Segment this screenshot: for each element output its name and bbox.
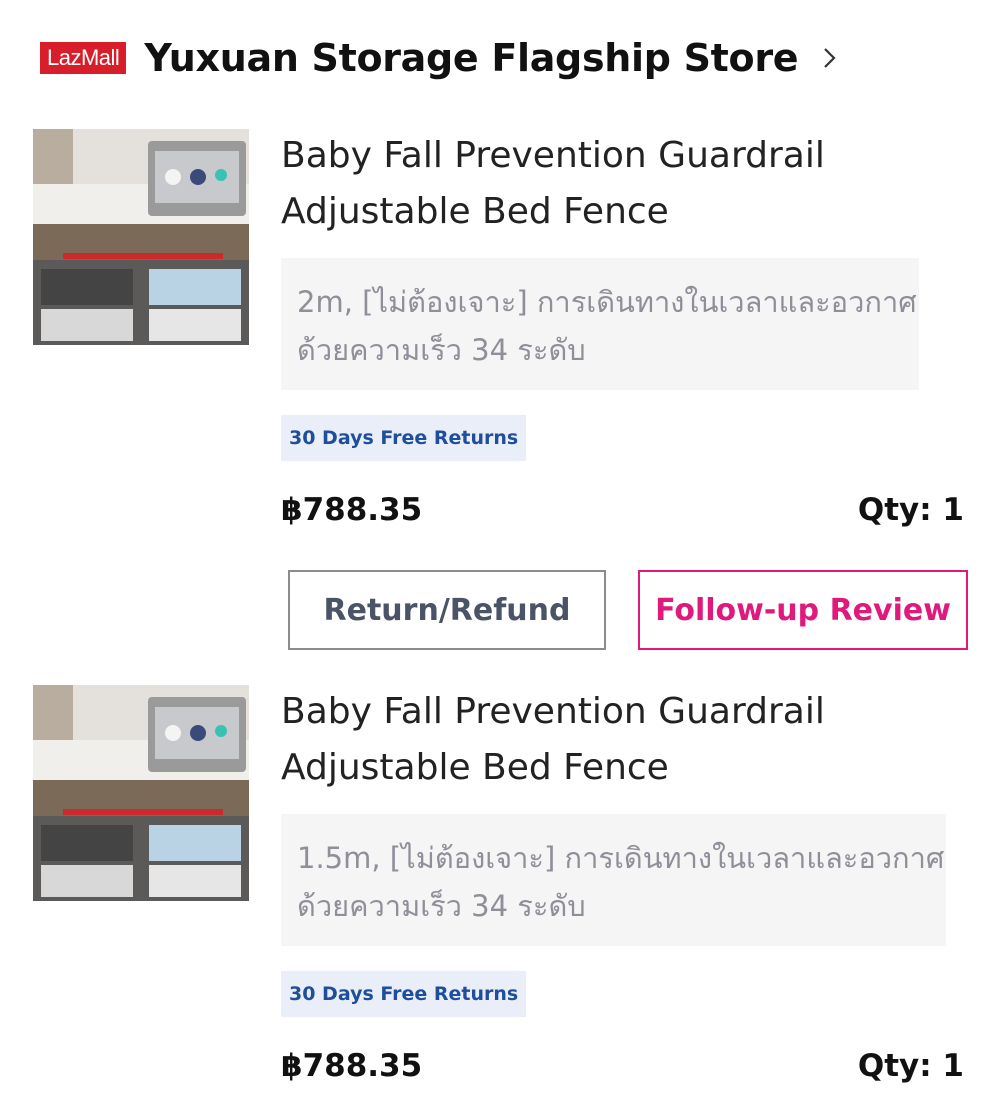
store-name[interactable]: Yuxuan Storage Flagship Store <box>144 36 798 80</box>
product-title[interactable]: Baby Fall Prevention Guardrail Adjustabl… <box>281 128 921 240</box>
product-title-line: Adjustable Bed Fence <box>281 191 669 232</box>
variant-info: 2m, [ไม่ต้องเจาะ] การเดินทางในเวลาและอวก… <box>281 258 919 390</box>
product-title-line: Adjustable Bed Fence <box>281 747 669 788</box>
follow-up-review-button[interactable]: Follow-up Review <box>638 570 968 650</box>
free-returns-badge: 30 Days Free Returns <box>281 971 527 1017</box>
return-refund-button[interactable]: Return/Refund <box>288 570 606 650</box>
qty-label: Qty: <box>857 1048 932 1084</box>
price: ฿788.35 <box>281 1048 423 1084</box>
product-image[interactable] <box>33 685 249 901</box>
product-title-line: Baby Fall Prevention Guardrail <box>281 135 825 176</box>
store-header[interactable]: LazMall Yuxuan Storage Flagship Store <box>40 28 842 88</box>
variant-line: 2m, [ไม่ต้องเจาะ] การเดินทางในเวลาและอวก… <box>297 285 917 319</box>
lazmall-badge: LazMall <box>40 42 127 74</box>
qty-label: Qty: <box>857 492 932 528</box>
qty-value: 1 <box>942 1048 964 1084</box>
price: ฿788.35 <box>281 492 423 528</box>
variant-line: 1.5m, [ไม่ต้องเจาะ] การเดินทางในเวลาและอ… <box>297 841 945 875</box>
free-returns-badge: 30 Days Free Returns <box>281 415 527 461</box>
product-title[interactable]: Baby Fall Prevention Guardrail Adjustabl… <box>281 684 921 796</box>
variant-line: ด้วยความเร็ว 34 ระดับ <box>297 333 586 367</box>
chevron-right-icon[interactable] <box>822 44 842 72</box>
quantity: Qty: 1 <box>858 1048 964 1084</box>
variant-line: ด้วยความเร็ว 34 ระดับ <box>297 889 586 923</box>
variant-info: 1.5m, [ไม่ต้องเจาะ] การเดินทางในเวลาและอ… <box>281 814 946 946</box>
quantity: Qty: 1 <box>858 492 964 528</box>
product-title-line: Baby Fall Prevention Guardrail <box>281 691 825 732</box>
qty-value: 1 <box>942 492 964 528</box>
product-image[interactable] <box>33 129 249 345</box>
